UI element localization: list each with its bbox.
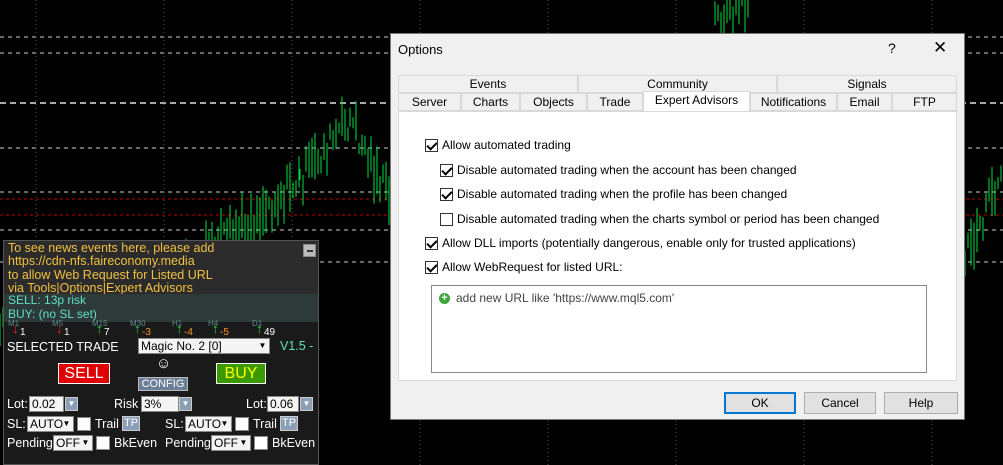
chevron-down-icon: ▼ <box>62 419 71 428</box>
chevron-down-icon: ▼ <box>258 341 267 350</box>
timeframe-value: -5 <box>220 327 229 338</box>
bkeven-label-right: BkEven <box>272 436 316 450</box>
sell-button[interactable]: SELL <box>58 363 110 384</box>
timeframe-value: 1 <box>64 327 70 338</box>
arrow-up-icon: ↑ <box>212 321 219 336</box>
tab-trade[interactable]: Trade <box>587 93 643 111</box>
arrow-up-icon: ↑ <box>256 321 263 336</box>
trail-label-right: Trail <box>253 417 277 431</box>
arrow-down-icon: ↓ <box>12 321 19 336</box>
disable-on-account-change-checkbox[interactable] <box>440 164 453 177</box>
pending-left-value: OFF <box>56 436 80 450</box>
lot-input-left[interactable]: 0.02 <box>29 396 64 412</box>
help-button[interactable]: Help <box>884 392 958 414</box>
trail-label-left: Trail <box>95 417 119 431</box>
tab-server[interactable]: Server <box>398 93 461 111</box>
chevron-down-icon: ▼ <box>81 438 90 447</box>
selected-trade-label: SELECTED TRADE <box>7 340 119 354</box>
pending-right-value: OFF <box>214 436 238 450</box>
pending-select-left[interactable]: OFF ▼ <box>53 435 93 451</box>
risk-info: SELL: 13p risk BUY: (no SL set) <box>4 293 318 322</box>
bkeven-checkbox-left[interactable] <box>96 436 110 450</box>
disable-on-symbol-change-label: Disable automated trading when the chart… <box>457 212 880 226</box>
trail-checkbox-right[interactable] <box>235 417 249 431</box>
timeframe-value: -4 <box>184 327 193 338</box>
tp-button-right[interactable]: TP <box>280 416 298 431</box>
timeframe-value: -3 <box>142 327 151 338</box>
tab-signals[interactable]: Signals <box>777 75 957 93</box>
tab-ftp[interactable]: FTP <box>892 93 957 111</box>
minimize-button[interactable] <box>303 244 316 257</box>
timeframe-trend-row: M1 ↓ 1 M5 ↓ 1 M15 ↑ 7 M30 ↑ -3 H1 ↑ -4 H4 ↑ -5 D1 ↑ 49 <box>4 319 318 339</box>
magic-number-select[interactable]: Magic No. 2 [0] ▼ <box>138 338 270 354</box>
lot-input-right[interactable]: 0.06 <box>267 396 299 412</box>
risk-label: Risk <box>114 397 139 411</box>
tab-charts[interactable]: Charts <box>461 93 520 111</box>
sl-right-value: AUTO <box>188 417 222 431</box>
chevron-down-icon: ▼ <box>220 419 229 428</box>
arrow-up-icon: ↑ <box>96 321 103 336</box>
allow-webrequest-checkbox[interactable] <box>425 261 438 274</box>
lot-label-left: Lot: <box>7 397 28 411</box>
trade-panel: To see news events here, please add http… <box>3 240 319 465</box>
tab-objects[interactable]: Objects <box>520 93 587 111</box>
timeframe-value: 49 <box>264 327 276 338</box>
timeframe-value: 1 <box>20 327 26 338</box>
news-line-1: To see news events here, please add <box>8 241 215 255</box>
add-url-placeholder[interactable]: add new URL like 'https://www.mql5.com' <box>456 291 674 305</box>
cancel-button[interactable]: Cancel <box>804 392 876 414</box>
bkeven-label-left: BkEven <box>114 436 158 450</box>
config-button[interactable]: CONFIG <box>138 377 188 391</box>
bkeven-checkbox-right[interactable] <box>254 436 268 450</box>
allow-dll-imports-checkbox[interactable] <box>425 237 438 250</box>
disable-on-account-change-label: Disable automated trading when the accou… <box>457 163 797 177</box>
trail-checkbox-left[interactable] <box>77 417 91 431</box>
arrow-up-icon: ↑ <box>134 321 141 336</box>
sl-label-left: SL: <box>7 417 26 431</box>
sl-left-value: AUTO <box>30 417 64 431</box>
ok-button[interactable]: OK <box>724 392 796 414</box>
tab-expert-advisors[interactable]: Expert Advisors <box>643 91 750 112</box>
disable-on-profile-change-checkbox[interactable] <box>440 188 453 201</box>
arrow-up-icon: ↑ <box>176 321 183 336</box>
lot-right-spinner-icon[interactable]: ▼ <box>300 397 313 411</box>
pending-label-right: Pending <box>165 436 211 450</box>
dialog-title: Options <box>398 42 443 57</box>
tab-email[interactable]: Email <box>837 93 892 111</box>
disable-on-symbol-change-checkbox[interactable] <box>440 213 453 226</box>
magic-number-value: Magic No. 2 [0] <box>141 339 222 353</box>
timeframe-value: 7 <box>104 327 110 338</box>
version-label: V1.5 - <box>280 339 314 353</box>
options-dialog: Options ? ✕ Events Community Signals Ser… <box>390 33 965 420</box>
news-notice: To see news events here, please add http… <box>4 241 318 295</box>
news-line-3: to allow Web Request for Listed URL <box>8 267 213 282</box>
risk-spinner-icon[interactable]: ▼ <box>179 397 192 411</box>
allow-dll-imports-label: Allow DLL imports (potentially dangerous… <box>442 236 856 250</box>
pending-select-right[interactable]: OFF ▼ <box>211 435 251 451</box>
sell-risk-text: SELL: 13p risk <box>8 293 87 307</box>
buy-button[interactable]: BUY <box>216 363 266 384</box>
risk-input[interactable]: 3% <box>141 396 179 412</box>
allow-webrequest-label: Allow WebRequest for listed URL: <box>442 260 623 274</box>
add-url-icon[interactable]: + <box>439 293 450 304</box>
tp-button-left[interactable]: TP <box>122 416 140 431</box>
allow-automated-trading-label: Allow automated trading <box>442 138 571 152</box>
sl-select-left[interactable]: AUTO ▼ <box>27 416 74 432</box>
lot-left-spinner-icon[interactable]: ▼ <box>65 397 78 411</box>
close-icon[interactable]: ✕ <box>933 38 947 58</box>
url-list[interactable]: + add new URL like 'https://www.mql5.com… <box>431 285 927 373</box>
tab-notifications[interactable]: Notifications <box>750 93 837 111</box>
allow-automated-trading-checkbox[interactable] <box>425 139 438 152</box>
news-line-2: https://cdn-nfs.faireconomy.media <box>8 254 195 269</box>
lot-label-right: Lot: <box>246 397 267 411</box>
disable-on-profile-change-label: Disable automated trading when the profi… <box>457 187 788 201</box>
smiley-icon: ☺ <box>156 355 172 372</box>
sl-select-right[interactable]: AUTO ▼ <box>185 416 232 432</box>
sl-label-right: SL: <box>165 417 184 431</box>
tab-events[interactable]: Events <box>398 75 578 93</box>
help-icon[interactable]: ? <box>888 40 896 56</box>
arrow-down-icon: ↓ <box>56 321 63 336</box>
chevron-down-icon: ▼ <box>239 438 248 447</box>
pending-label-left: Pending <box>7 436 53 450</box>
